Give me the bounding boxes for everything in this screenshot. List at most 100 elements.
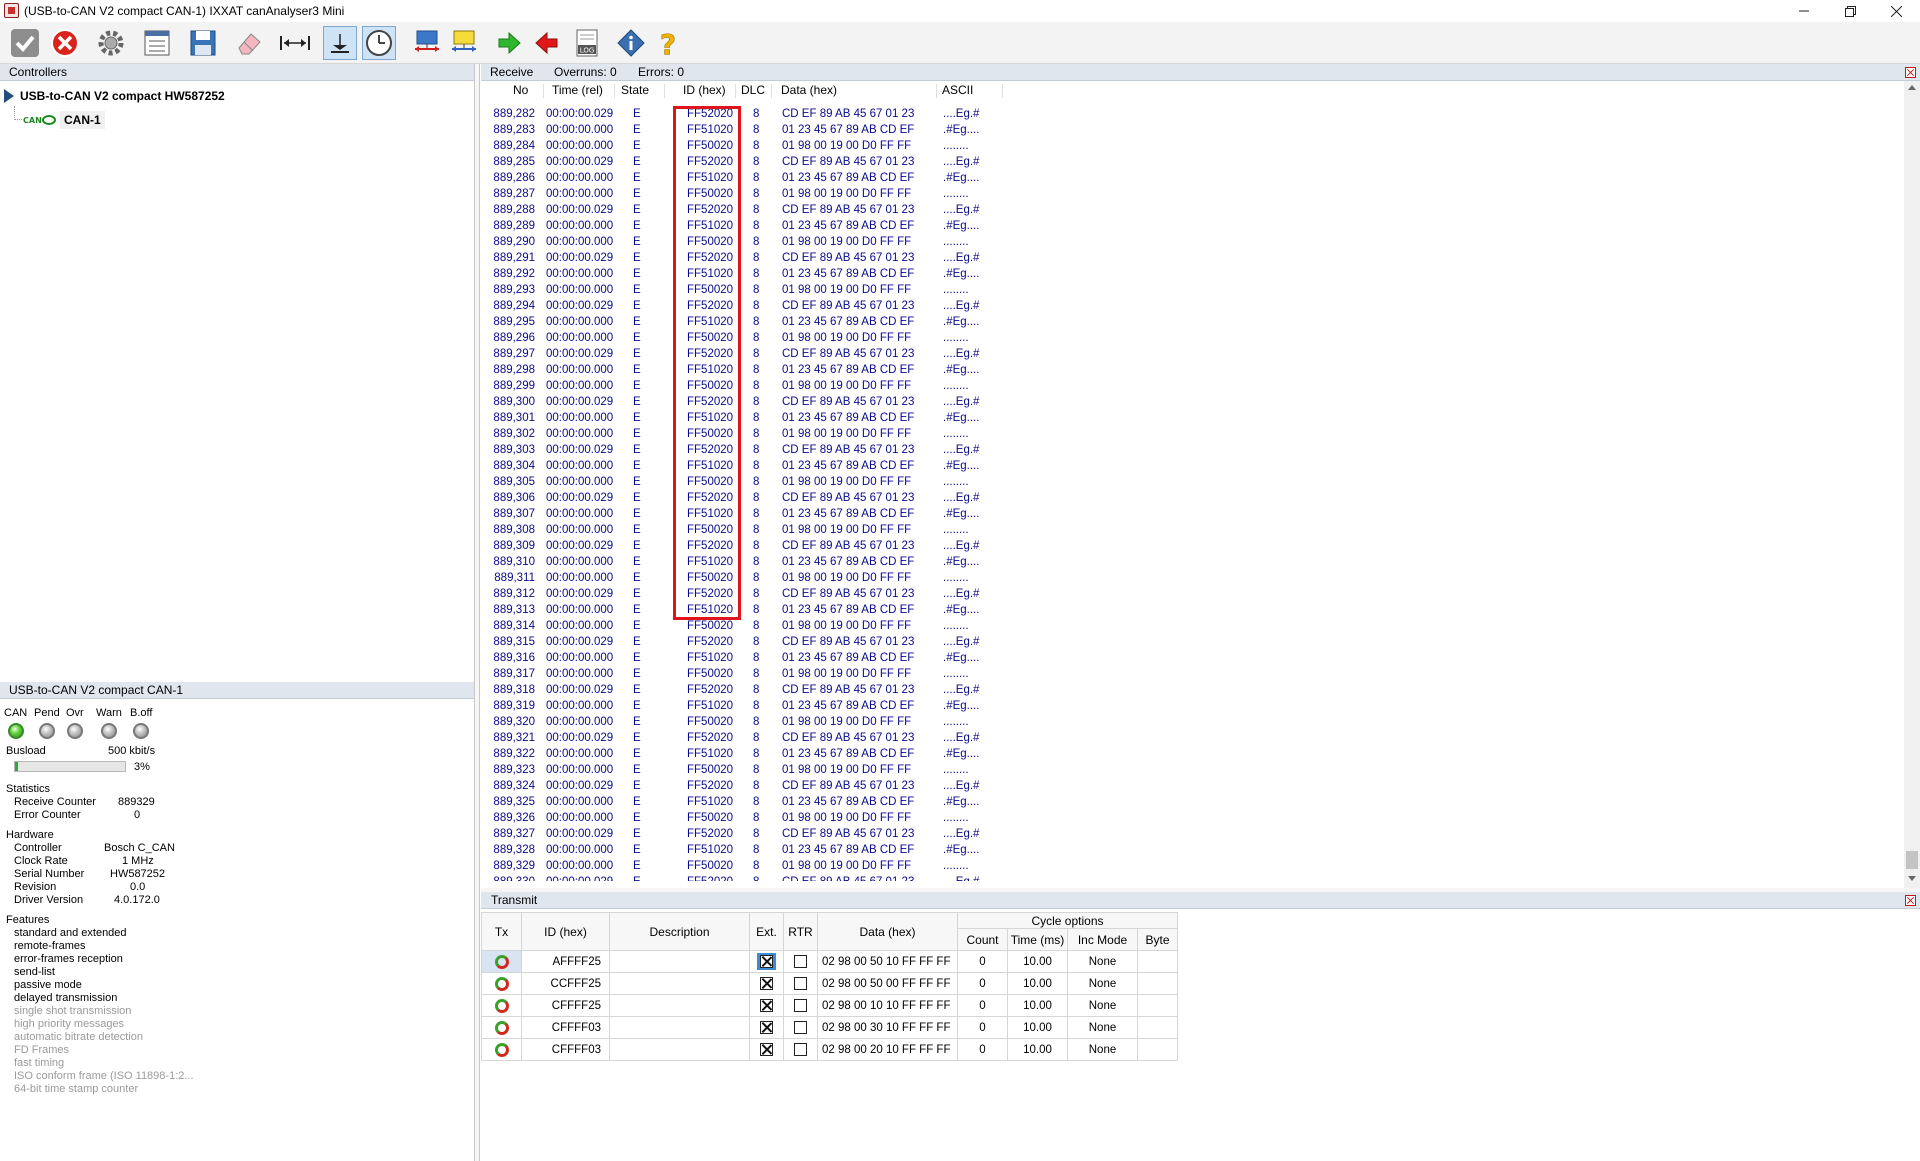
clock-icon[interactable]	[362, 26, 396, 60]
scroll-down-icon[interactable]	[323, 26, 357, 60]
configure-icon[interactable]	[140, 26, 174, 60]
ext-checkbox[interactable]	[760, 1021, 773, 1034]
tx-description-cell[interactable]	[609, 1038, 750, 1061]
tx-col-description[interactable]: Description	[609, 912, 750, 951]
table-row[interactable]: 889,327 00:00:00.029 E FF52020 8 CD EF 89 AB …	[481, 828, 1901, 844]
receive-scrollbar[interactable]	[1904, 81, 1920, 888]
tx-col-data[interactable]: Data (hex)	[817, 912, 958, 951]
table-row[interactable]: 889,329 00:00:00.000 E FF50020 8 01 98 00 19 …	[481, 860, 1901, 876]
tx-id-cell[interactable]: CFFFF25	[521, 994, 610, 1017]
tx-ext-cell[interactable]	[749, 994, 784, 1017]
stop-icon[interactable]	[48, 26, 82, 60]
tx-id-cell[interactable]: CFFFF03	[521, 1038, 610, 1061]
table-row[interactable]: 889,316 00:00:00.000 E FF51020 8 01 23 45 67 …	[481, 652, 1901, 668]
table-row[interactable]: 889,321 00:00:00.029 E FF52020 8 CD EF 89 AB …	[481, 732, 1901, 748]
ext-checkbox[interactable]	[760, 1043, 773, 1056]
col-separator[interactable]	[664, 84, 665, 98]
info-icon[interactable]	[614, 26, 648, 60]
rtr-checkbox[interactable]	[794, 1021, 807, 1034]
scroll-up-icon[interactable]	[1908, 85, 1916, 90]
tx-data-cell[interactable]: 02 98 00 50 00 FF FF FF	[817, 972, 958, 995]
help-icon[interactable]: ?	[651, 26, 685, 60]
table-row[interactable]: 889,324 00:00:00.029 E FF52020 8 CD EF 89 AB …	[481, 780, 1901, 796]
transmit-icon[interactable]	[494, 998, 509, 1013]
width-arrows-icon[interactable]	[278, 26, 312, 60]
ext-checkbox[interactable]	[760, 955, 773, 968]
tx-byte-cell[interactable]	[1137, 1038, 1178, 1061]
tx-col-time[interactable]: Time (ms)	[1007, 928, 1068, 951]
transmit-row[interactable]: CCFFF25 02 98 00 50 00 FF FF FF 0 10.00 None	[481, 972, 1178, 995]
expand-icon[interactable]	[4, 89, 14, 103]
tx-ext-cell[interactable]	[749, 950, 784, 973]
col-separator[interactable]	[936, 84, 937, 98]
tx-id-cell[interactable]: AFFFF25	[521, 950, 610, 973]
tx-byte-cell[interactable]	[1137, 1016, 1178, 1039]
tx-inc-mode-cell[interactable]: None	[1067, 972, 1138, 995]
scrollbar-thumb[interactable]	[1906, 851, 1918, 869]
col-ascii[interactable]: ASCII	[942, 83, 973, 97]
eraser-icon[interactable]	[232, 26, 266, 60]
rtr-checkbox[interactable]	[794, 955, 807, 968]
col-time[interactable]: Time (rel)	[552, 83, 603, 97]
tx-rtr-cell[interactable]	[783, 972, 818, 995]
tx-count-cell[interactable]: 0	[957, 950, 1008, 973]
tx-byte-cell[interactable]	[1137, 950, 1178, 973]
tx-cell[interactable]	[481, 972, 522, 995]
ext-checkbox[interactable]	[760, 999, 773, 1012]
col-state[interactable]: State	[621, 83, 649, 97]
col-separator[interactable]	[771, 84, 772, 98]
tx-time-cell[interactable]: 10.00	[1007, 1016, 1068, 1039]
tx-rtr-cell[interactable]	[783, 994, 818, 1017]
table-row[interactable]: 889,323 00:00:00.000 E FF50020 8 01 98 00 19 …	[481, 764, 1901, 780]
tx-data-cell[interactable]: 02 98 00 10 10 FF FF FF	[817, 994, 958, 1017]
tx-inc-mode-cell[interactable]: None	[1067, 1038, 1138, 1061]
tx-cell[interactable]	[481, 1038, 522, 1061]
tx-description-cell[interactable]	[609, 994, 750, 1017]
tx-ext-cell[interactable]	[749, 1038, 784, 1061]
tx-description-cell[interactable]	[609, 972, 750, 995]
check-icon[interactable]	[8, 26, 42, 60]
settings-icon[interactable]	[94, 26, 128, 60]
table-row[interactable]: 889,315 00:00:00.029 E FF52020 8 CD EF 89 AB …	[481, 636, 1901, 652]
tx-count-cell[interactable]: 0	[957, 1038, 1008, 1061]
close-transmit-icon[interactable]	[1905, 895, 1916, 906]
table-row[interactable]: 889,320 00:00:00.000 E FF50020 8 01 98 00 19 …	[481, 716, 1901, 732]
col-separator[interactable]	[614, 84, 615, 98]
tx-col-byte[interactable]: Byte	[1137, 928, 1178, 951]
rtr-checkbox[interactable]	[794, 1043, 807, 1056]
controller-tree-root[interactable]: USB-to-CAN V2 compact HW587252	[4, 88, 225, 104]
network-yellow-icon[interactable]	[447, 26, 481, 60]
table-row[interactable]: 889,330 00:00:00.029 E FF52020 8 CD EF 89 AB …	[481, 876, 1901, 881]
tx-id-cell[interactable]: CCFFF25	[521, 972, 610, 995]
tx-time-cell[interactable]: 10.00	[1007, 994, 1068, 1017]
ext-checkbox[interactable]	[760, 977, 773, 990]
transmit-row[interactable]: CFFFF03 02 98 00 20 10 FF FF FF 0 10.00 None	[481, 1038, 1178, 1061]
tx-data-cell[interactable]: 02 98 00 20 10 FF FF FF	[817, 1038, 958, 1061]
tx-col-rtr[interactable]: RTR	[783, 912, 818, 951]
tx-ext-cell[interactable]	[749, 972, 784, 995]
tx-rtr-cell[interactable]	[783, 950, 818, 973]
log-icon[interactable]: LOG	[570, 26, 604, 60]
minimize-icon[interactable]	[1781, 0, 1827, 22]
table-row[interactable]: 889,318 00:00:00.029 E FF52020 8 CD EF 89 AB …	[481, 684, 1901, 700]
tx-inc-mode-cell[interactable]: None	[1067, 994, 1138, 1017]
col-id[interactable]: ID (hex)	[683, 83, 726, 97]
tx-rtr-cell[interactable]	[783, 1016, 818, 1039]
transmit-row[interactable]: AFFFF25 02 98 00 50 10 FF FF FF 0 10.00 None	[481, 950, 1178, 973]
rtr-checkbox[interactable]	[794, 977, 807, 990]
arrow-left-icon[interactable]	[530, 26, 564, 60]
tx-time-cell[interactable]: 10.00	[1007, 1038, 1068, 1061]
save-icon[interactable]	[186, 26, 220, 60]
tx-ext-cell[interactable]	[749, 1016, 784, 1039]
tx-col-inc-mode[interactable]: Inc Mode	[1067, 928, 1138, 951]
table-row[interactable]: 889,325 00:00:00.000 E FF51020 8 01 23 45 67 …	[481, 796, 1901, 812]
transmit-icon[interactable]	[494, 954, 509, 969]
tx-cell[interactable]	[481, 1016, 522, 1039]
tx-col-tx[interactable]: Tx	[481, 912, 522, 951]
table-row[interactable]: 889,317 00:00:00.000 E FF50020 8 01 98 00 19 …	[481, 668, 1901, 684]
tx-count-cell[interactable]: 0	[957, 972, 1008, 995]
transmit-icon[interactable]	[494, 976, 509, 991]
tx-col-id[interactable]: ID (hex)	[521, 912, 610, 951]
tx-col-ext[interactable]: Ext.	[749, 912, 784, 951]
tx-cell[interactable]	[481, 950, 522, 973]
